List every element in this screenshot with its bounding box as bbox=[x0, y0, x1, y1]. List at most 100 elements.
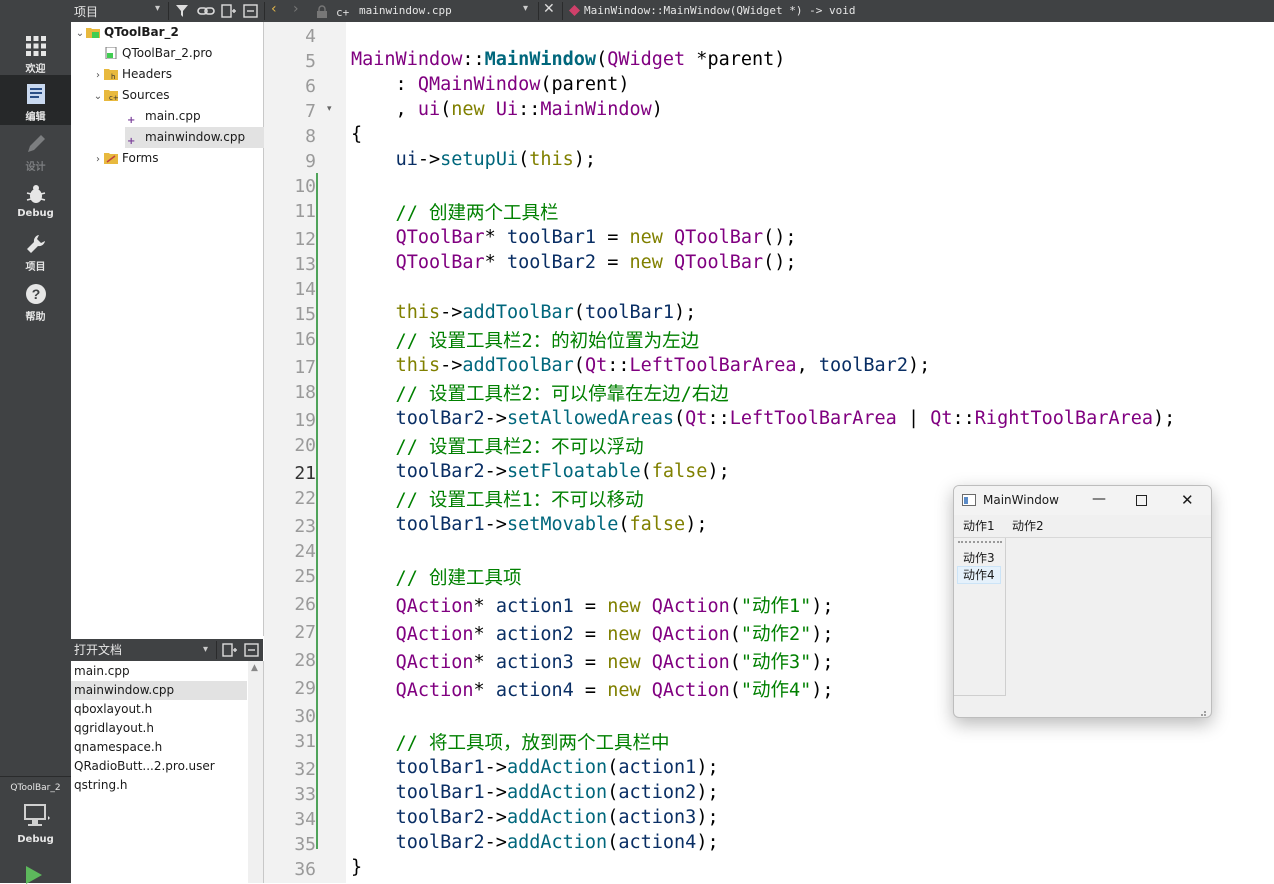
list-item[interactable]: qgridlayout.h bbox=[71, 719, 247, 738]
mode-edit[interactable]: 编辑 bbox=[0, 75, 71, 125]
tree-label: Sources bbox=[122, 88, 170, 102]
window-title: MainWindow bbox=[983, 493, 1059, 507]
code-line: toolBar1->setMovable(false); bbox=[395, 514, 708, 535]
list-item[interactable]: qboxlayout.h bbox=[71, 700, 247, 719]
link-icon[interactable] bbox=[197, 4, 215, 18]
svg-text:?: ? bbox=[31, 286, 40, 302]
line-number: 6 bbox=[305, 76, 316, 97]
minimize-icon[interactable]: — bbox=[1092, 486, 1106, 514]
code-line: toolBar1->addAction(action2); bbox=[395, 782, 719, 803]
filter-icon[interactable] bbox=[175, 4, 191, 18]
tree-item-pro-file[interactable]: QToolBar_2.pro bbox=[104, 43, 212, 64]
tree-label: Headers bbox=[122, 67, 172, 81]
fold-arrow-icon[interactable]: ▾ bbox=[327, 104, 332, 114]
line-number: 36 bbox=[294, 859, 316, 880]
file-tab[interactable]: mainwindow.cpp bbox=[359, 4, 452, 17]
code-line: { bbox=[351, 124, 363, 145]
tree-item-mainwindow-cpp[interactable]: + mainwindow.cpp bbox=[125, 127, 265, 148]
tree-item-project[interactable]: ⌄ QToolBar_2 bbox=[74, 22, 179, 43]
expand-arrow-icon[interactable]: ⌄ bbox=[74, 23, 86, 44]
code-line: , ui(new Ui::MainWindow) bbox=[351, 99, 663, 120]
open-docs-list: main.cpp mainwindow.cpp qboxlayout.h qgr… bbox=[71, 661, 264, 883]
list-item[interactable]: main.cpp bbox=[71, 662, 247, 681]
close-icon[interactable]: ✕ bbox=[543, 1, 555, 17]
mode-label: Debug bbox=[17, 208, 54, 219]
mode-help[interactable]: ? 帮助 bbox=[0, 275, 71, 325]
pro-file-icon bbox=[105, 46, 117, 59]
toolbar-action-3[interactable]: 动作3 bbox=[963, 549, 995, 566]
line-number: 5 bbox=[305, 51, 316, 72]
code-line: this->addToolBar(Qt::LeftToolBarArea, to… bbox=[395, 355, 931, 376]
function-crumb[interactable]: MainWindow::MainWindow(QWidget *) -> voi… bbox=[584, 4, 856, 17]
line-number: 30 bbox=[294, 706, 316, 727]
list-item[interactable]: QRadioButt...2.pro.user bbox=[71, 757, 247, 776]
divider bbox=[264, 2, 265, 20]
divider bbox=[538, 2, 539, 20]
close-icon[interactable]: ✕ bbox=[1181, 486, 1194, 515]
line-number: 4 bbox=[305, 26, 316, 47]
code-line: // 将工具项，放到两个工具栏中 bbox=[351, 733, 670, 754]
mode-design[interactable]: 设计 bbox=[0, 125, 71, 175]
line-number: 26 bbox=[294, 594, 316, 615]
code-line: QToolBar* toolBar1 = new QToolBar(); bbox=[395, 227, 797, 248]
list-item[interactable]: qnamespace.h bbox=[71, 738, 247, 757]
grid-icon bbox=[25, 36, 46, 56]
lock-icon[interactable] bbox=[316, 5, 328, 18]
mode-welcome[interactable]: 欢迎 bbox=[0, 27, 71, 77]
line-number: 33 bbox=[294, 784, 316, 805]
back-icon[interactable]: ‹ bbox=[271, 1, 277, 17]
scroll-up-icon[interactable]: ▲ bbox=[251, 663, 258, 673]
window-app-icon bbox=[962, 494, 976, 506]
collapsed-arrow-icon[interactable]: › bbox=[92, 65, 104, 86]
close-pane-icon[interactable] bbox=[243, 4, 259, 18]
line-number: 35 bbox=[294, 834, 316, 855]
line-number: 25 bbox=[294, 566, 316, 587]
folder-forms-icon bbox=[104, 152, 118, 164]
chevron-down-icon[interactable]: ▾ bbox=[523, 3, 528, 14]
toolbar-action-4[interactable]: 动作4 bbox=[957, 566, 1001, 584]
tree-label: QToolBar_2.pro bbox=[122, 46, 213, 60]
monitor-icon[interactable] bbox=[22, 802, 50, 832]
divider bbox=[216, 641, 217, 659]
toolbar-action-1[interactable]: 动作1 bbox=[963, 515, 995, 537]
folder-cpp-icon: c+ bbox=[104, 89, 118, 101]
line-number: 34 bbox=[294, 809, 316, 830]
toolbar-action-2[interactable]: 动作2 bbox=[1012, 515, 1044, 537]
mode-debug[interactable]: Debug bbox=[0, 175, 71, 225]
tree-item-sources[interactable]: ⌄ c+ Sources bbox=[92, 85, 170, 107]
window-titlebar[interactable]: MainWindow — ✕ bbox=[954, 486, 1211, 515]
expand-arrow-icon[interactable]: ⌄ bbox=[92, 86, 104, 107]
code-line: // 设置工具栏2：不可以浮动 bbox=[351, 437, 644, 458]
close-pane-icon[interactable] bbox=[244, 643, 260, 657]
open-docs-title: 打开文档 bbox=[74, 643, 123, 657]
toolbar-1: 动作1 动作2 bbox=[954, 515, 1211, 538]
split-icon[interactable] bbox=[222, 643, 238, 657]
collapsed-arrow-icon[interactable]: › bbox=[92, 149, 104, 170]
tree-item-forms[interactable]: › Forms bbox=[92, 148, 158, 169]
divider bbox=[0, 776, 71, 777]
top-toolbar: 项目 ▾ ‹ › c+ mainwindow.cpp ▾ ✕ MainWindo… bbox=[71, 0, 1274, 22]
list-item[interactable]: qstring.h bbox=[71, 776, 247, 795]
scrollbar[interactable]: ▲ bbox=[248, 661, 263, 883]
code-line: toolBar1->addAction(action1); bbox=[395, 757, 719, 778]
tree-item-headers[interactable]: › h Headers bbox=[92, 64, 172, 85]
forward-icon[interactable]: › bbox=[293, 1, 299, 17]
mode-label: 项目 bbox=[25, 262, 46, 273]
line-number: 8 bbox=[305, 126, 316, 147]
list-item[interactable]: mainwindow.cpp bbox=[71, 681, 247, 700]
maximize-icon[interactable] bbox=[1136, 495, 1147, 506]
run-icon[interactable] bbox=[26, 866, 42, 884]
toolbar-grip[interactable] bbox=[958, 541, 1002, 543]
split-icon[interactable] bbox=[221, 4, 237, 18]
line-number: 15 bbox=[294, 304, 316, 325]
code-line: } bbox=[351, 857, 363, 878]
line-number: 27 bbox=[294, 622, 316, 643]
tree-item-main-cpp[interactable]: + main.cpp bbox=[127, 106, 201, 127]
chevron-down-icon[interactable]: ▾ bbox=[203, 639, 208, 661]
chevron-down-icon[interactable]: ▾ bbox=[155, 3, 160, 14]
resize-grip-icon[interactable] bbox=[1197, 705, 1207, 716]
project-view-label: 项目 bbox=[74, 5, 99, 19]
project-tree: ⌄ QToolBar_2 QToolBar_2.pro › h Headers ⌄ c+… bbox=[71, 22, 265, 636]
mode-projects[interactable]: 项目 bbox=[0, 225, 71, 275]
preview-window[interactable]: MainWindow — ✕ 动作1 动作2 动作3 动作4 bbox=[953, 485, 1212, 718]
